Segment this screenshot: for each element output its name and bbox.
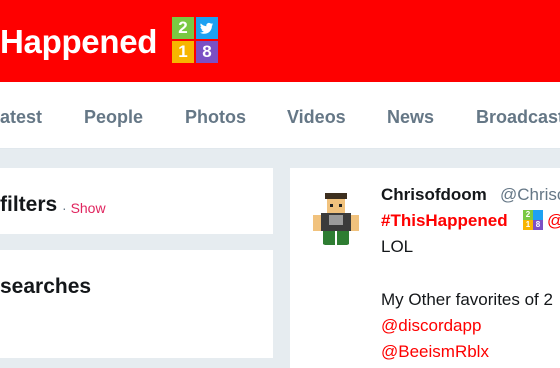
avatar[interactable] xyxy=(305,185,367,247)
tab-latest[interactable]: atest xyxy=(0,106,42,128)
tweet-text-line-2: My Other favorites of 2 xyxy=(381,290,553,309)
tweet-author-name[interactable]: Chrisofdoom xyxy=(381,184,487,206)
tweet-mention-fragment[interactable]: @ xyxy=(547,210,560,232)
filters-title: filters xyxy=(0,193,58,216)
event-header: Happened 2 1 8 xyxy=(0,0,560,82)
year-badge-2018: 2 1 8 xyxy=(172,17,218,63)
tab-videos[interactable]: Videos xyxy=(287,106,346,128)
mini-badge-digit-1: 1 xyxy=(523,220,533,230)
badge-digit-1: 1 xyxy=(172,41,194,63)
mention-beeismrblx[interactable]: @BeeismRblx xyxy=(381,341,489,363)
twitter-bird-icon xyxy=(196,17,218,39)
tab-broadcasts[interactable]: Broadcast xyxy=(476,106,560,128)
separator-dot: · xyxy=(62,200,67,216)
tweet-hashtag[interactable]: #ThisHappened xyxy=(381,210,508,232)
saved-searches-card xyxy=(0,250,273,358)
tweet-text-line-1: LOL xyxy=(381,237,414,256)
mini-badge-digit-8: 8 xyxy=(533,220,543,230)
tab-photos[interactable]: Photos xyxy=(185,106,246,128)
tab-news[interactable]: News xyxy=(387,106,434,128)
badge-digit-8: 8 xyxy=(196,41,218,63)
tweet-author-handle[interactable]: @Chriso xyxy=(500,184,560,206)
show-label[interactable]: Show xyxy=(71,200,106,216)
mention-discordapp[interactable]: @discordapp xyxy=(381,315,481,337)
filters-show-link[interactable]: · Show xyxy=(62,199,106,217)
searches-title: searches xyxy=(0,275,92,298)
badge-digit-2: 2 xyxy=(172,17,194,39)
hashtag-emoji-icon: 2 1 8 xyxy=(523,210,543,230)
search-nav-tabs: atest People Photos Videos News Broadcas… xyxy=(0,82,560,149)
mini-twitter-bird-icon xyxy=(533,210,543,220)
hashtag-title: Happened xyxy=(0,23,158,60)
mini-badge-digit-2: 2 xyxy=(523,210,533,220)
tab-people[interactable]: People xyxy=(84,106,143,128)
